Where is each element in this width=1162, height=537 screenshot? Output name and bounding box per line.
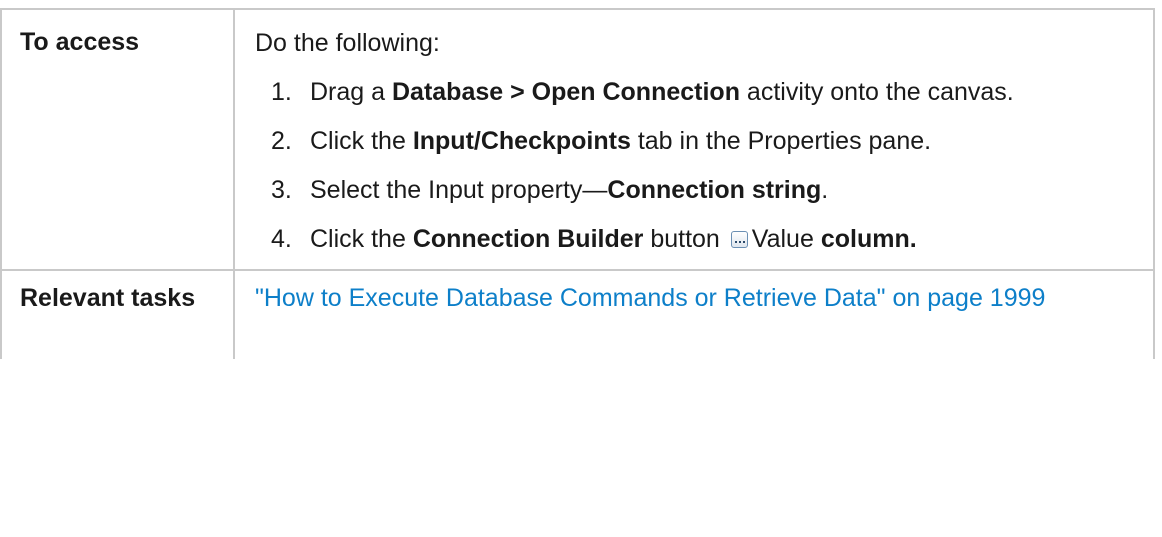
document-page: To access Do the following: 1. Drag a Da… xyxy=(0,0,1162,537)
step-bold-text: column. xyxy=(813,225,917,253)
step-bold-text: Connection Builder xyxy=(412,225,644,253)
relevant-task-link[interactable]: "How to Execute Database Commands or Ret… xyxy=(255,284,1045,312)
step-number: 4. xyxy=(271,225,292,253)
intro-text: Do the following: xyxy=(255,29,440,57)
step-text: Click the xyxy=(310,225,413,253)
step-bold-text: Database > Open Connection xyxy=(391,78,740,106)
access-info-table: To access Do the following: 1. Drag a Da… xyxy=(0,8,1155,359)
step-1: 1. Drag a Database > Open Connection act… xyxy=(255,75,1153,109)
step-number: 3. xyxy=(271,176,292,204)
step-text: tab in the Properties pane. xyxy=(630,127,932,155)
step-text: button xyxy=(643,225,727,253)
ellipsis-button-icon xyxy=(730,231,748,248)
table-row-relevant-tasks: Relevant tasks "How to Execute Database … xyxy=(0,269,1155,359)
step-text: Value xyxy=(751,225,814,253)
row-content-relevant-tasks: "How to Execute Database Commands or Ret… xyxy=(233,269,1155,359)
row-label-to-access: To access xyxy=(0,8,235,271)
row-label-relevant-tasks: Relevant tasks xyxy=(0,269,235,359)
step-text: activity onto the canvas. xyxy=(739,78,1014,106)
step-bold-text: Input/Checkpoints xyxy=(412,127,631,155)
row-content-to-access: Do the following: 1. Drag a Database > O… xyxy=(233,8,1155,271)
step-text: Drag a xyxy=(310,78,392,106)
step-4: 4. Click the Connection Builder button V… xyxy=(255,222,1153,256)
step-number: 2. xyxy=(271,127,292,155)
table-row-to-access: To access Do the following: 1. Drag a Da… xyxy=(0,8,1155,271)
steps-list: 1. Drag a Database > Open Connection act… xyxy=(255,75,1153,256)
step-2: 2. Click the Input/Checkpoints tab in th… xyxy=(255,124,1153,158)
step-number: 1. xyxy=(271,78,292,106)
step-3: 3. Select the Input property—Connection … xyxy=(255,173,1153,207)
step-text: . xyxy=(821,176,829,204)
step-text: Select the Input property— xyxy=(310,176,608,204)
step-bold-text: Connection string xyxy=(607,176,822,204)
step-text: Click the xyxy=(310,127,413,155)
